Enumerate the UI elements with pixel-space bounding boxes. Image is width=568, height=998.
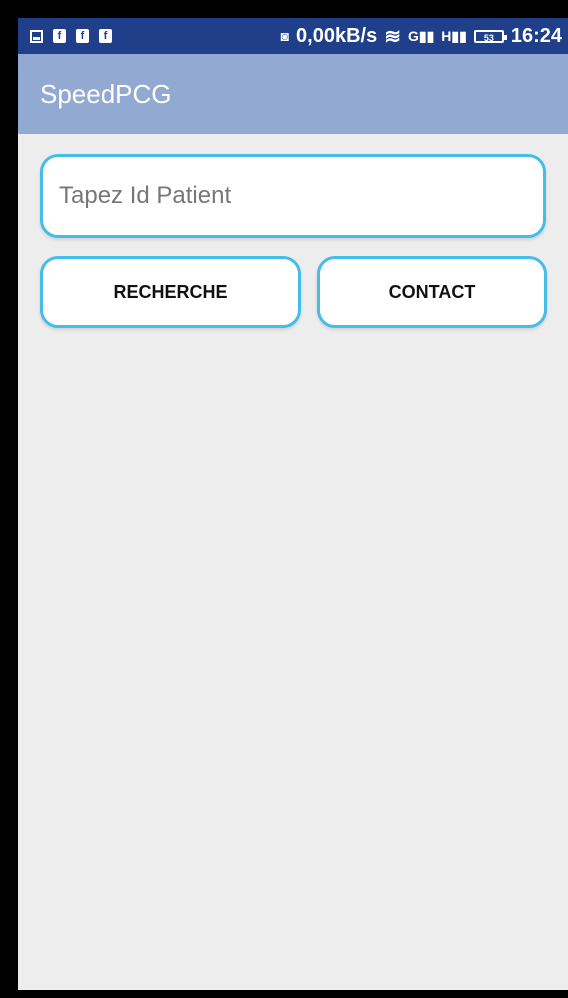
battery-level: 53	[483, 32, 494, 43]
wifi-icon: ≋	[384, 25, 401, 48]
facebook-icon: f	[76, 29, 89, 43]
contact-button[interactable]: CONTACT	[317, 256, 547, 328]
app-title: SpeedPCG	[40, 78, 172, 109]
gallery-icon	[30, 29, 43, 43]
clock: 16:24	[510, 24, 562, 47]
sync-icon: ◙	[280, 28, 290, 44]
network-speed: 0,00kB/s	[296, 24, 378, 47]
system-icons: ◙ 0,00kB/s ≋ G▮▮ H▮▮ 53 16:24	[281, 24, 562, 49]
facebook-icon: f	[53, 29, 66, 43]
status-bar: f f f ◙ 0,00kB/s ≋ G▮▮ H▮▮ 53 16:24	[18, 18, 568, 54]
facebook-icon: f	[99, 29, 112, 43]
battery-icon: 53	[473, 29, 507, 43]
app-bar: SpeedPCG	[18, 54, 568, 134]
search-button[interactable]: RECHERCHE	[40, 256, 301, 328]
sim-label: G	[407, 27, 419, 44]
notification-icons: f f f	[30, 29, 112, 43]
signal-icon: H▮▮	[441, 27, 467, 44]
sim-label: H	[441, 27, 452, 44]
patient-id-input[interactable]: Tapez Id Patient	[40, 154, 546, 238]
phone-screen: f f f ◙ 0,00kB/s ≋ G▮▮ H▮▮ 53 16:24 Spee…	[18, 18, 568, 990]
signal-icon: G▮▮	[407, 27, 435, 44]
